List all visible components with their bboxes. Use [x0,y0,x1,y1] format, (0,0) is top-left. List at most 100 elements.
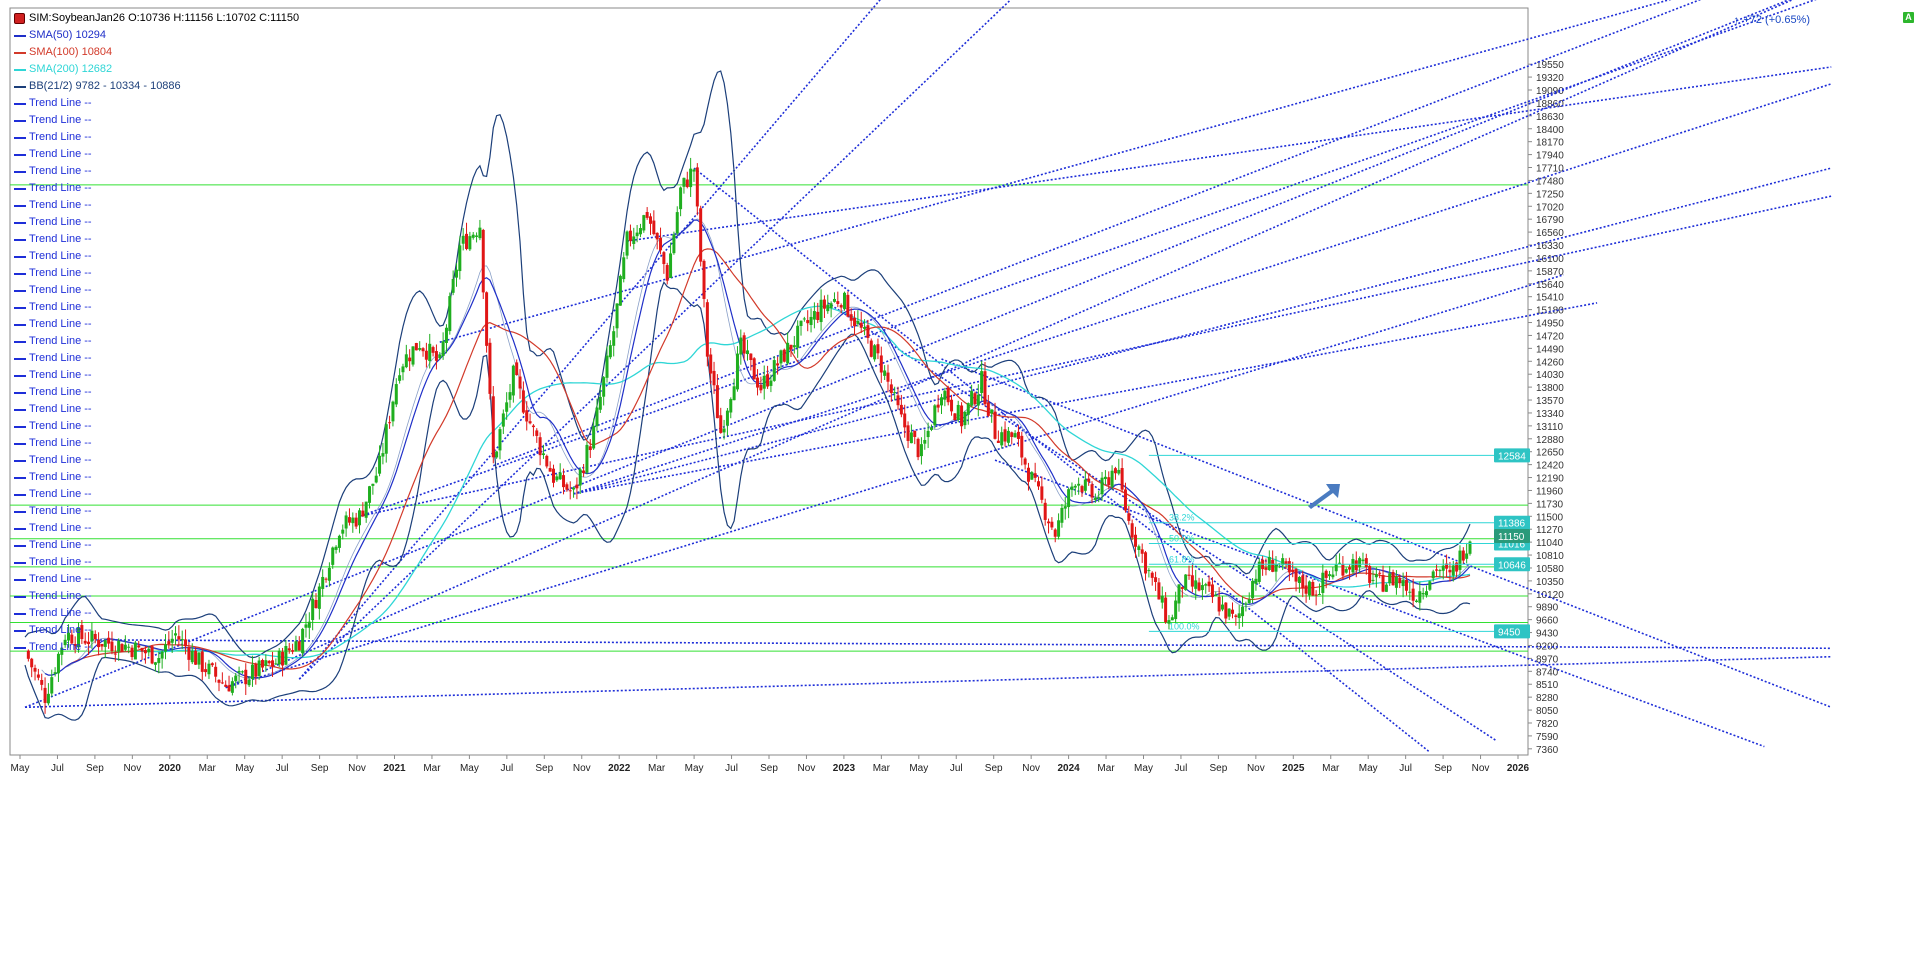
trend-line-item[interactable]: Trend Line -- [14,163,299,180]
candle-body [260,660,264,668]
x-tick-label: May [1359,763,1378,774]
candle-body [1384,584,1388,592]
legend-label: SMA(200) 12682 [29,63,113,75]
candle-body [1137,546,1141,550]
candle-body [1000,432,1004,446]
candle-body [1421,593,1425,595]
y-tick-label: 9890 [1536,603,1559,614]
trend-line-item[interactable]: Trend Line -- [14,197,299,214]
candle-body [1274,564,1278,572]
trend-line-item[interactable]: Trend Line -- [14,214,299,231]
performance-value: +72 (+0.65%) [1743,14,1810,26]
candle-body [950,399,954,412]
candle-body [679,187,683,210]
trend-line-item[interactable]: Trend Line -- [14,554,299,571]
trend-line-item[interactable]: Trend Line -- [14,350,299,367]
legend-item[interactable]: SMA(100) 10804 [14,44,299,61]
x-tick-label: Nov [1472,763,1490,774]
candle-body [1271,559,1275,572]
candle-body [421,348,425,352]
candle-body [1184,574,1188,591]
trend-line-item[interactable]: Trend Line -- [14,333,299,350]
candle-body [1338,562,1342,564]
x-tick-label: Sep [535,763,553,774]
trend-line-item[interactable]: Trend Line -- [14,248,299,265]
candle-body [234,675,238,682]
candle-body [1224,602,1228,619]
trend-line-item[interactable]: Trend Line -- [14,231,299,248]
trend-line-item[interactable]: Trend Line -- [14,95,299,112]
candle-body [521,390,525,413]
candle-body [1428,581,1432,590]
symbol-row: SIM:SoybeanJan26 O:10736 H:11156 L:10702… [14,10,299,27]
x-tick-label: May [1134,763,1153,774]
legend-item[interactable]: BB(21/2) 9782 - 10334 - 10886 [14,78,299,95]
trend-line-item[interactable]: Trend Line -- [14,112,299,129]
trend-line-item[interactable]: Trend Line -- [14,520,299,537]
candle-body [311,598,315,620]
trend-line-label: Trend Line -- [29,505,92,517]
candle-body [809,316,813,325]
candle-body [659,237,663,251]
trend-line-item[interactable]: Trend Line -- [14,282,299,299]
candle-body [849,314,853,321]
trend-line-item[interactable]: Trend Line -- [14,129,299,146]
trend-line-item[interactable]: Trend Line -- [14,265,299,282]
legend-swatch [14,612,26,615]
candle-body [30,658,34,668]
trend-line-item[interactable]: Trend Line -- [14,435,299,452]
trend-line-item[interactable]: Trend Line -- [14,571,299,588]
trend-line-item[interactable]: Trend Line -- [14,452,299,469]
trend-line-item[interactable]: Trend Line -- [14,299,299,316]
legend-item[interactable]: SMA(50) 10294 [14,27,299,44]
candle-body [1247,599,1251,604]
y-tick-label: 16330 [1536,241,1564,252]
candle-body [551,468,555,483]
candle-body [1107,477,1111,486]
candle-body [1113,468,1117,474]
x-tick-label: 2025 [1282,763,1305,774]
candle-body [622,257,626,280]
trend-line-item[interactable]: Trend Line -- [14,418,299,435]
x-tick-label: Nov [573,763,591,774]
candle-body [498,429,502,451]
candle-body [1458,550,1462,570]
candle-body [404,354,408,368]
y-tick-label: 10580 [1536,564,1564,575]
candle-body [866,325,870,338]
trend-line-item[interactable]: Trend Line -- [14,401,299,418]
y-tick-label: 17940 [1536,151,1564,162]
y-tick-label: 16790 [1536,215,1564,226]
trend-line-item[interactable]: Trend Line -- [14,486,299,503]
auto-scale-button[interactable]: A [1903,12,1914,23]
trend-line-item[interactable]: Trend Line -- [14,316,299,333]
trend-line-item[interactable]: Trend Line -- [14,384,299,401]
trend-line-item[interactable]: Trend Line -- [14,588,299,605]
candle-body [364,501,368,518]
trend-line-item[interactable]: Trend Line -- [14,537,299,554]
candle-body [505,402,509,412]
candle-body [759,385,763,391]
x-tick-label: Jul [276,763,289,774]
candle-body [635,232,639,237]
candle-body [538,437,542,456]
trend-line-item[interactable]: Trend Line -- [14,180,299,197]
trend-line-item[interactable]: Trend Line -- [14,622,299,639]
trend-line-item[interactable]: Trend Line -- [14,146,299,163]
trend-line-item[interactable]: Trend Line -- [14,639,299,656]
trend-line-item[interactable]: Trend Line -- [14,469,299,486]
candle-body [334,546,338,550]
candle-body [357,510,361,526]
candle-body [595,407,599,427]
candle-body [1354,560,1358,571]
candle-body [1177,584,1181,604]
candle-body [769,380,773,386]
trend-line-label: Trend Line -- [29,590,92,602]
trend-line-item[interactable]: Trend Line -- [14,605,299,622]
candle-body [481,229,485,293]
trend-line-item[interactable]: Trend Line -- [14,503,299,520]
candle-body [1157,582,1161,600]
legend-item[interactable]: SMA(200) 12682 [14,61,299,78]
trend-line-item[interactable]: Trend Line -- [14,367,299,384]
candle-body [1033,473,1037,478]
